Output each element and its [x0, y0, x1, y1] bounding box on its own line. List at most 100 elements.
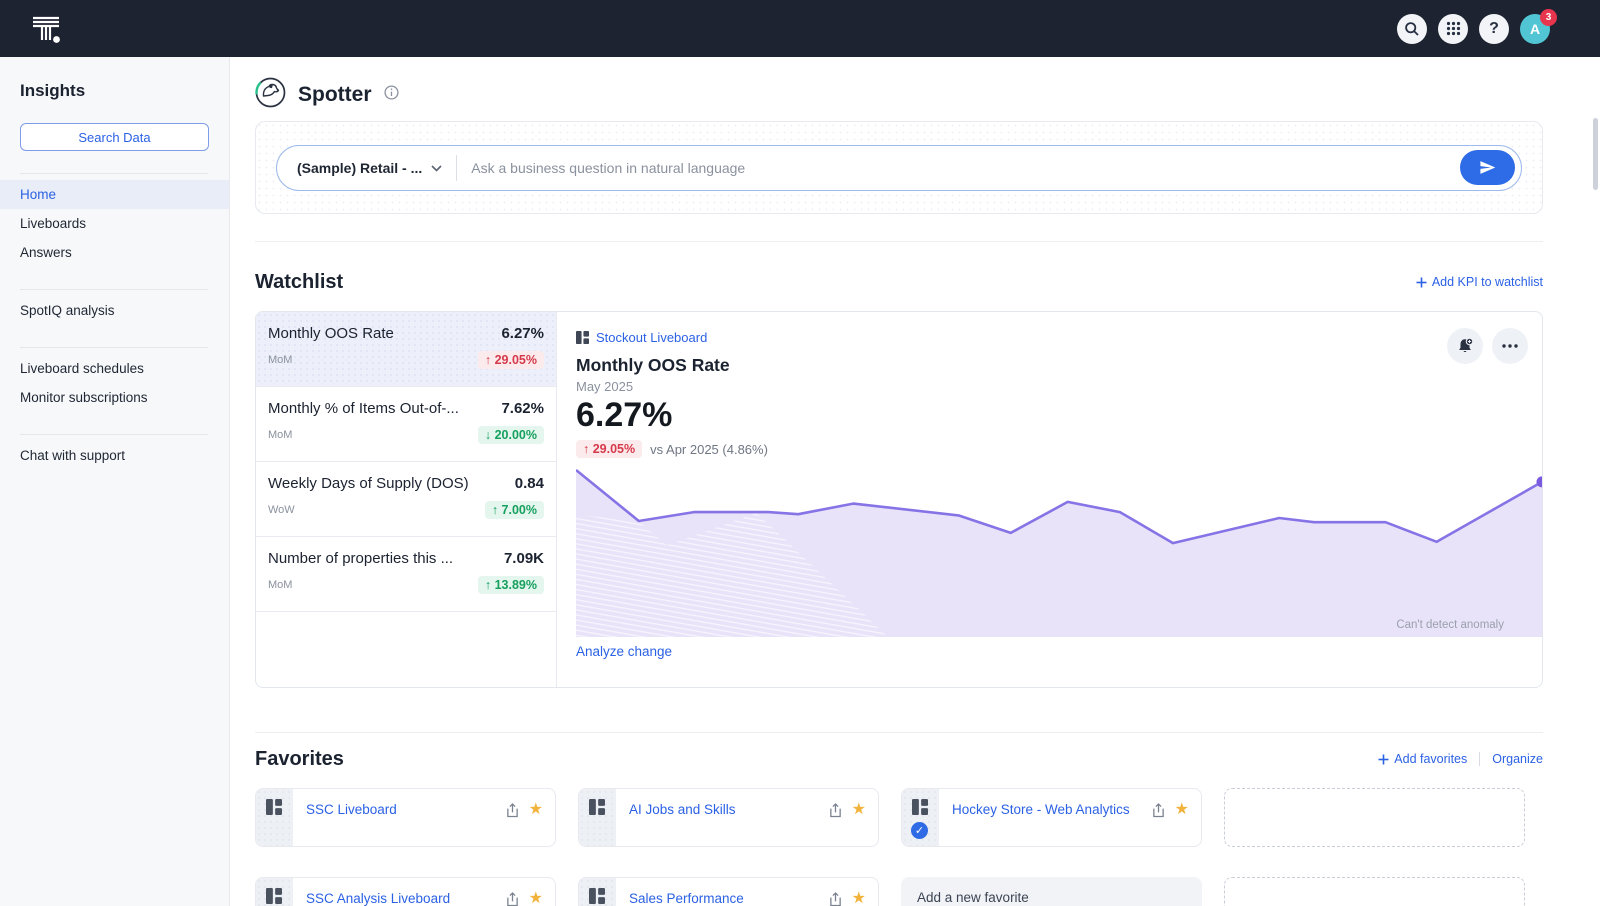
sidebar-divider: [20, 434, 208, 435]
kpi-detail: Stockout Liveboard: [557, 312, 1542, 687]
question-input[interactable]: [471, 160, 1460, 176]
verified-check-icon: ✓: [911, 822, 928, 839]
sidebar-item-home[interactable]: Home: [0, 180, 229, 209]
sidebar-divider: [20, 347, 208, 348]
sidebar-nav: Home Liveboards Answers: [0, 180, 229, 267]
liveboard-icon: [266, 888, 282, 904]
kpi-row-items-out-of-stock[interactable]: Monthly % of Items Out-of-... 7.62% MoM …: [256, 387, 556, 462]
favorite-card-thumb: [579, 878, 616, 906]
share-icon[interactable]: [506, 892, 519, 906]
liveboard-icon: [576, 331, 589, 344]
share-icon[interactable]: [829, 803, 842, 818]
app-root: ? A 3 Insights Search Data Home Liveboar…: [0, 0, 1600, 906]
delta-badge: ↓ 20.00%: [478, 426, 544, 444]
plus-icon: [1416, 277, 1427, 288]
send-button[interactable]: [1460, 150, 1515, 185]
kpi-list-filler: [256, 612, 556, 687]
add-favorites-link[interactable]: Add favorites: [1378, 752, 1467, 766]
organize-link[interactable]: Organize: [1492, 752, 1543, 766]
sidebar-item-liveboards[interactable]: Liveboards: [0, 209, 229, 238]
kpi-trend-chart[interactable]: Can't detect anomaly: [576, 467, 1542, 637]
sidebar-item-monitor-subscriptions[interactable]: Monitor subscriptions: [0, 383, 229, 412]
main-content: Spotter (Sample) Retail - ...: [230, 57, 1600, 906]
sidebar-item-answers[interactable]: Answers: [0, 238, 229, 267]
scrollbar-thumb[interactable]: [1593, 118, 1598, 190]
datasource-label: (Sample) Retail - ...: [297, 160, 422, 176]
liveboard-icon: [589, 799, 605, 815]
notification-badge: 3: [1540, 9, 1557, 26]
favorite-card-sales-performance[interactable]: Sales Performance ★: [578, 877, 879, 906]
sidebar: Insights Search Data Home Liveboards Ans…: [0, 57, 230, 906]
topbar: ? A 3: [0, 0, 1600, 57]
more-options-button[interactable]: [1492, 328, 1528, 364]
kpi-comparison-text: vs Apr 2025 (4.86%): [650, 442, 768, 457]
star-icon[interactable]: ★: [852, 802, 866, 818]
favorite-card-thumb: ✓: [902, 789, 939, 846]
query-bar-separator: [456, 155, 457, 181]
favorites-header: Favorites Add favorites Organize: [255, 744, 1543, 774]
liveboard-icon: [912, 799, 928, 815]
kpi-list: Monthly OOS Rate 6.27% MoM ↑ 29.05% Mont…: [256, 312, 557, 687]
kpi-row-number-of-properties[interactable]: Number of properties this ... 7.09K MoM …: [256, 537, 556, 612]
star-icon[interactable]: ★: [529, 891, 543, 906]
watchlist-header: Watchlist Add KPI to watchlist: [255, 267, 1543, 297]
search-data-button[interactable]: Search Data: [20, 123, 209, 151]
kpi-detail-value: 6.27%: [576, 396, 1542, 435]
star-icon[interactable]: ★: [529, 802, 543, 818]
star-icon[interactable]: ★: [1175, 802, 1189, 818]
apps-grid-icon[interactable]: [1438, 14, 1468, 44]
favorite-card-thumb: [579, 789, 616, 846]
section-divider: [255, 241, 1543, 242]
favorites-title: Favorites: [255, 748, 344, 771]
chevron-down-icon: [431, 159, 442, 177]
sidebar-item-chat-support[interactable]: Chat with support: [0, 441, 229, 470]
delta-badge: ↑ 13.89%: [478, 576, 544, 594]
watchlist-title: Watchlist: [255, 271, 343, 294]
add-new-favorite-card[interactable]: Add a new favorite: [901, 877, 1202, 906]
avatar[interactable]: A 3: [1520, 14, 1550, 44]
paper-plane-icon: [1479, 159, 1496, 176]
avatar-initial: A: [1530, 21, 1540, 37]
favorite-card-ssc-analysis-liveboard[interactable]: SSC Analysis Liveboard ★: [255, 877, 556, 906]
kpi-detail-period: May 2025: [576, 379, 1542, 394]
spotter-query-card: (Sample) Retail - ...: [255, 121, 1543, 214]
share-icon[interactable]: [829, 892, 842, 906]
favorites-grid: SSC Liveboard ★ AI Jobs and Skills ★: [255, 788, 1543, 906]
stockout-liveboard-link[interactable]: Stockout Liveboard: [576, 330, 707, 345]
kpi-row-monthly-oos-rate[interactable]: Monthly OOS Rate 6.27% MoM ↑ 29.05%: [256, 312, 556, 387]
topbar-actions: ? A 3: [1397, 14, 1550, 44]
page-title: Spotter: [298, 83, 372, 107]
sidebar-divider: [20, 289, 208, 290]
search-icon[interactable]: [1397, 14, 1427, 44]
favorite-card-ssc-liveboard[interactable]: SSC Liveboard ★: [255, 788, 556, 847]
bell-plus-icon: [1456, 337, 1474, 355]
favorite-card-thumb: [256, 878, 293, 906]
ellipsis-icon: [1502, 344, 1518, 348]
favorite-card-ai-jobs-and-skills[interactable]: AI Jobs and Skills ★: [578, 788, 879, 847]
plus-icon: [1378, 754, 1389, 765]
datasource-selector[interactable]: (Sample) Retail - ...: [297, 159, 442, 177]
spotter-query-bar: (Sample) Retail - ...: [276, 145, 1522, 191]
share-icon[interactable]: [506, 803, 519, 818]
sidebar-item-liveboard-schedules[interactable]: Liveboard schedules: [0, 354, 229, 383]
kpi-row-weekly-dos[interactable]: Weekly Days of Supply (DOS) 0.84 WoW ↑ 7…: [256, 462, 556, 537]
analyze-change-link[interactable]: Analyze change: [576, 644, 672, 659]
kpi-detail-title: Monthly OOS Rate: [576, 355, 1542, 376]
help-icon[interactable]: ?: [1479, 14, 1509, 44]
delta-badge: ↑ 7.00%: [485, 501, 544, 519]
favorite-placeholder-slot: [1224, 877, 1525, 906]
liveboard-icon: [589, 888, 605, 904]
info-icon[interactable]: [384, 85, 399, 105]
star-icon[interactable]: ★: [852, 891, 866, 906]
share-icon[interactable]: [1152, 803, 1165, 818]
add-kpi-link[interactable]: Add KPI to watchlist: [1416, 275, 1543, 289]
anomaly-note: Can't detect anomaly: [1396, 619, 1504, 631]
create-alert-button[interactable]: [1447, 328, 1483, 364]
thoughtspot-logo-icon[interactable]: [28, 11, 64, 47]
sidebar-item-spotiq[interactable]: SpotIQ analysis: [0, 296, 229, 325]
spotter-header: Spotter: [255, 79, 1543, 111]
sidebar-title: Insights: [20, 81, 229, 101]
favorite-card-hockey-store-web-analytics[interactable]: ✓ Hockey Store - Web Analytics ★: [901, 788, 1202, 847]
favorite-card-thumb: [256, 789, 293, 846]
liveboard-icon: [266, 799, 282, 815]
